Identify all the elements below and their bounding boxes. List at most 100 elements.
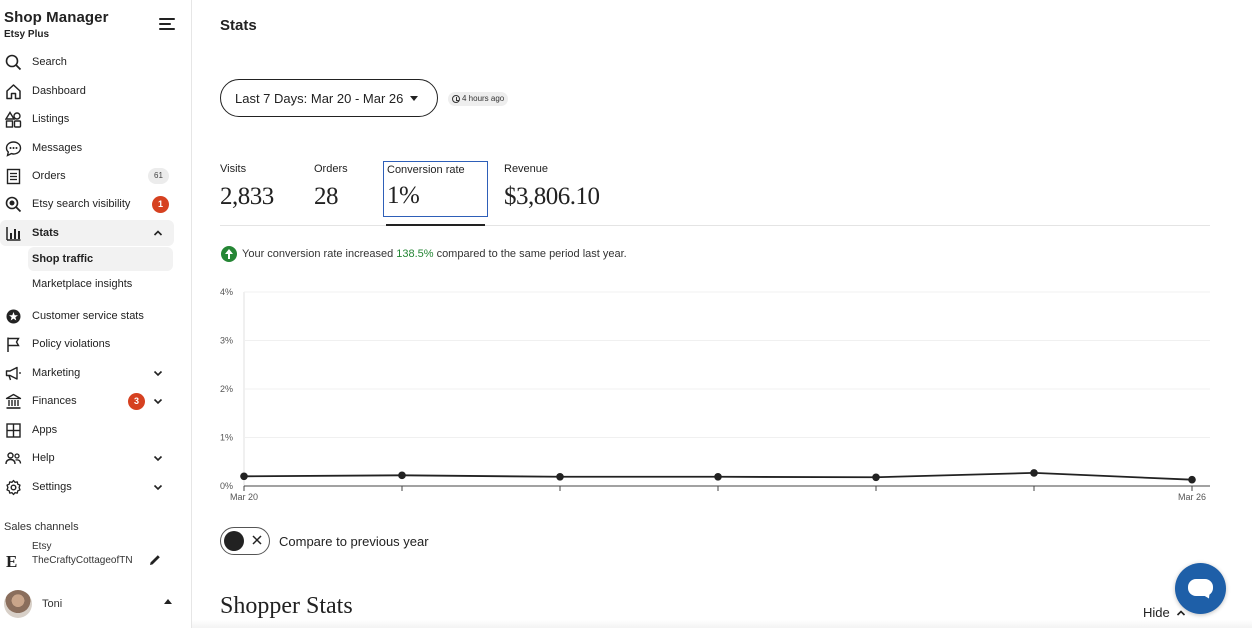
receipt-icon xyxy=(5,168,22,185)
last-updated-text: 4 hours ago xyxy=(462,94,505,103)
menu-toggle-icon[interactable] xyxy=(159,18,175,32)
sidebar-subitem-label: Shop traffic xyxy=(32,253,94,265)
chat-bubble-icon xyxy=(5,140,22,157)
chart-data-point xyxy=(556,472,564,481)
sidebar-subitem-shop-traffic[interactable]: Shop traffic xyxy=(28,247,173,271)
sidebar-item-label: Listings xyxy=(32,113,70,125)
chevron-down-icon xyxy=(153,484,163,491)
sidebar: Shop Manager Etsy Plus Search Dashboard … xyxy=(0,0,192,628)
chart-data-point xyxy=(714,472,722,481)
etsy-logo-icon: E xyxy=(6,552,18,571)
sidebar-item-orders[interactable]: Orders 61 xyxy=(0,163,174,189)
chart-y-tick-label: 2% xyxy=(220,384,233,394)
metric-label: Conversion rate xyxy=(387,164,465,176)
sidebar-item-marketing[interactable]: Marketing xyxy=(0,360,174,386)
arrow-up-icon xyxy=(221,246,237,262)
chat-icon-tail xyxy=(1202,591,1212,601)
sidebar-item-apps[interactable]: Apps xyxy=(0,417,174,443)
chart-data-point xyxy=(1030,469,1038,477)
date-range-dropdown[interactable]: Last 7 Days: Mar 20 - Mar 26 xyxy=(220,79,438,117)
chart-y-tick-label: 3% xyxy=(220,336,233,346)
metric-visits[interactable]: Visits 2,833 xyxy=(220,163,274,211)
search-icon xyxy=(5,54,22,71)
sidebar-item-label: Etsy search visibility xyxy=(32,198,131,210)
sidebar-item-customer-service-stats[interactable]: Customer service stats xyxy=(0,303,174,329)
edit-pencil-icon[interactable] xyxy=(148,553,162,567)
megaphone-icon xyxy=(5,365,22,382)
gear-icon xyxy=(5,479,22,496)
chevron-up-icon xyxy=(1176,609,1185,616)
chevron-down-icon xyxy=(153,455,163,462)
date-range-label: Last 7 Days: Mar 20 - Mar 26 xyxy=(235,90,404,106)
chevron-up-icon xyxy=(153,230,163,236)
sidebar-subitem-marketplace-insights[interactable]: Marketplace insights xyxy=(28,272,173,296)
sales-channels-label: Sales channels xyxy=(4,521,79,533)
metric-orders[interactable]: Orders 28 xyxy=(314,163,348,211)
brand-title: Shop Manager xyxy=(4,9,109,26)
compare-toggle[interactable] xyxy=(220,527,270,555)
sidebar-item-settings[interactable]: Settings xyxy=(0,474,174,500)
sidebar-item-help[interactable]: Help xyxy=(0,445,174,471)
bottom-fade xyxy=(192,620,1252,628)
shapes-icon xyxy=(5,110,22,128)
chart-y-tick-label: 0% xyxy=(220,481,233,491)
bank-icon xyxy=(5,393,22,410)
search-visibility-badge: 1 xyxy=(152,195,169,213)
metric-label: Orders xyxy=(314,163,348,175)
sidebar-item-search[interactable]: Search xyxy=(0,49,174,75)
metric-conversion-rate[interactable]: Conversion rate 1% xyxy=(383,161,488,217)
chart-data-point xyxy=(1188,475,1196,484)
user-menu[interactable]: Toni xyxy=(4,590,176,618)
conversion-insight: Your conversion rate increased 138.5% co… xyxy=(221,246,627,262)
chart-data-point xyxy=(240,472,248,481)
clock-icon xyxy=(452,95,460,103)
sidebar-item-stats[interactable]: Stats xyxy=(0,220,174,246)
grid-icon xyxy=(5,422,22,439)
last-updated-badge: 4 hours ago xyxy=(448,92,509,106)
user-name: Toni xyxy=(42,598,63,610)
star-badge-icon xyxy=(5,308,22,325)
chat-support-button[interactable] xyxy=(1175,563,1226,614)
chart-y-tick-label: 1% xyxy=(220,433,233,443)
sidebar-item-label: Search xyxy=(32,56,67,68)
chart-x-tick-label: Mar 26 xyxy=(1178,492,1206,502)
sidebar-subitem-label: Marketplace insights xyxy=(32,278,133,290)
caret-down-icon xyxy=(410,95,419,101)
metric-label: Visits xyxy=(220,163,247,175)
sidebar-item-label: Messages xyxy=(32,142,83,154)
avatar xyxy=(4,590,32,618)
sales-channel-etsy[interactable]: E Etsy TheCraftyCottageofTN xyxy=(4,540,174,584)
close-icon xyxy=(252,535,262,545)
chart-x-tick-label: Mar 20 xyxy=(230,492,258,502)
people-icon xyxy=(5,450,22,467)
chevron-down-icon xyxy=(153,398,163,405)
flag-icon xyxy=(5,336,22,353)
metric-label: Revenue xyxy=(504,163,549,175)
sidebar-item-label: Settings xyxy=(32,481,72,493)
sidebar-item-policy-violations[interactable]: Policy violations xyxy=(0,331,174,357)
sidebar-item-label: Dashboard xyxy=(32,85,86,97)
finances-badge: 3 xyxy=(128,392,145,410)
channel-name: Etsy xyxy=(32,541,52,552)
bar-chart-icon xyxy=(5,225,22,242)
compare-toggle-row: Compare to previous year xyxy=(220,527,429,555)
sidebar-item-finances[interactable]: Finances 3 xyxy=(0,388,174,414)
insight-text-before: Your conversion rate increased xyxy=(242,248,394,260)
metric-revenue[interactable]: Revenue $3,806.10 xyxy=(504,163,600,211)
conversion-rate-chart: 0% 1% 2% 3% 4% Mar 20 Mar 26 xyxy=(220,287,1210,502)
insight-text-after: compared to the same period last year. xyxy=(436,248,627,260)
sidebar-item-messages[interactable]: Messages xyxy=(0,135,174,161)
sidebar-item-label: Orders xyxy=(32,170,66,182)
channel-shop-name: TheCraftyCottageofTN xyxy=(32,555,133,566)
insight-percentage: 138.5% xyxy=(396,248,434,260)
sidebar-item-label: Policy violations xyxy=(32,338,111,350)
sidebar-item-search-visibility[interactable]: Etsy search visibility 1 xyxy=(0,191,174,217)
orders-count-badge: 61 xyxy=(148,168,169,184)
sidebar-item-label: Finances xyxy=(32,395,77,407)
brand: Shop Manager Etsy Plus xyxy=(4,9,109,40)
metric-value: 28 xyxy=(314,183,338,210)
sidebar-item-dashboard[interactable]: Dashboard xyxy=(0,78,174,104)
shopper-stats-heading: Shopper Stats xyxy=(220,593,353,619)
sidebar-item-listings[interactable]: Listings xyxy=(0,106,174,132)
hide-button[interactable]: Hide xyxy=(1143,605,1186,620)
